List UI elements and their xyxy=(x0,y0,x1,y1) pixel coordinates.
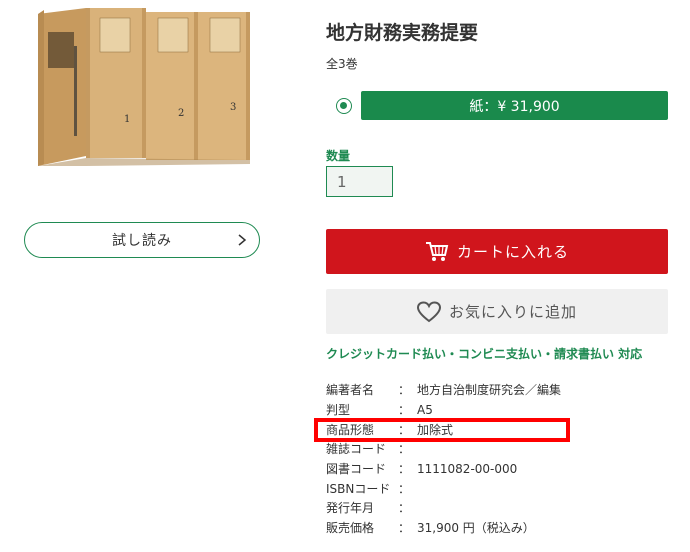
spec-key: 図書コード xyxy=(326,462,387,477)
spec-value: 1111082-00-000 xyxy=(417,461,518,476)
spec-separator: ： xyxy=(398,481,411,496)
trial-read-label: 試し読み xyxy=(112,233,172,249)
chevron-right-icon xyxy=(238,234,247,246)
quantity-label: 数量 xyxy=(326,149,351,163)
spec-row-author: 編著者名 ： 地方自治制度研究会／編集 xyxy=(326,380,561,400)
add-to-favorites-label: お気に入りに追加 xyxy=(448,303,577,321)
add-to-cart-button[interactable]: カートに入れる xyxy=(326,229,668,274)
spec-separator: ： xyxy=(398,403,411,418)
edition-radio[interactable] xyxy=(336,98,352,114)
highlight-box xyxy=(314,418,570,442)
spec-row-price: 販売価格 ： 31,900 円（税込み） xyxy=(326,518,561,538)
volume-number-2: 2 xyxy=(178,108,184,119)
spec-separator: ： xyxy=(398,462,411,477)
spec-row-format: 判型 ： A5 xyxy=(326,400,561,420)
add-to-cart-label: カートに入れる xyxy=(456,243,569,261)
volume-number-3: 3 xyxy=(230,102,236,113)
payment-methods-note: クレジットカード払い・コンビニ支払い・請求書払い 対応 xyxy=(326,347,643,361)
cart-icon xyxy=(425,241,449,261)
spec-row-isbn: ISBNコード ： xyxy=(326,478,561,498)
spec-value: 31,900 円（税込み） xyxy=(417,521,535,536)
spec-value: A5 xyxy=(417,402,433,417)
product-title: 地方財務実務提要 xyxy=(326,22,479,44)
volume-number-1: 1 xyxy=(124,114,130,125)
product-image: 1 2 3 xyxy=(38,8,250,166)
spec-key: 雑誌コード xyxy=(326,442,387,457)
product-specs: 編著者名 ： 地方自治制度研究会／編集 判型 ： A5 商品形態 ： 加除式 雑… xyxy=(326,380,561,538)
trial-read-button[interactable]: 試し読み xyxy=(24,222,260,258)
radio-selected-dot xyxy=(340,102,347,109)
spec-value: 地方自治制度研究会／編集 xyxy=(417,383,562,398)
volume-count: 全3巻 xyxy=(326,57,358,71)
spec-key: ISBNコード xyxy=(326,481,391,496)
spec-key: 販売価格 xyxy=(326,521,375,536)
spec-separator: ： xyxy=(398,442,411,457)
spec-separator: ： xyxy=(398,383,411,398)
quantity-input[interactable] xyxy=(326,166,393,197)
spec-key: 発行年月 xyxy=(326,501,375,516)
spec-key: 編著者名 xyxy=(326,383,375,398)
spec-separator: ： xyxy=(398,521,411,536)
spec-row-magazine-code: 雑誌コード ： xyxy=(326,439,561,459)
heart-icon xyxy=(416,300,441,322)
spec-separator: ： xyxy=(398,501,411,516)
spec-row-book-code: 図書コード ： 1111082-00-000 xyxy=(326,459,561,479)
price-option-button[interactable]: 紙：¥ 31,900 xyxy=(361,91,668,120)
spec-key: 判型 xyxy=(326,403,351,418)
spec-row-publish-date: 発行年月 ： xyxy=(326,498,561,518)
add-to-favorites-button[interactable]: お気に入りに追加 xyxy=(326,289,668,334)
